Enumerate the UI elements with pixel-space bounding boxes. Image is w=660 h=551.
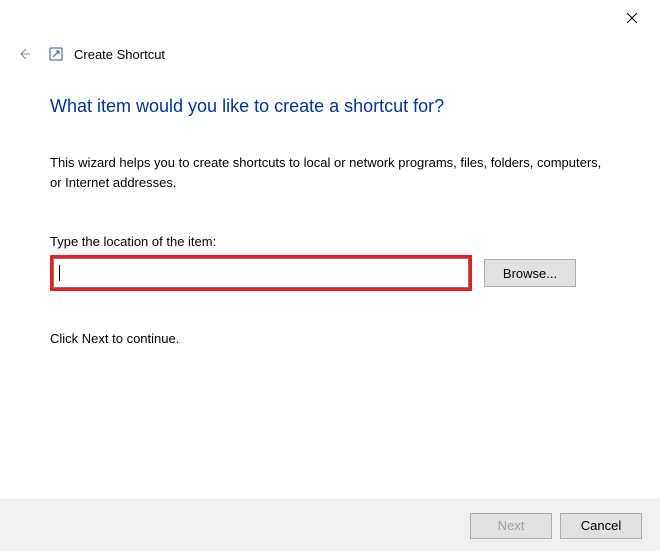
close-button[interactable] — [622, 8, 642, 28]
browse-button[interactable]: Browse... — [484, 259, 576, 287]
next-button: Next — [470, 513, 552, 539]
close-icon — [626, 12, 638, 24]
back-arrow-icon — [16, 46, 32, 62]
location-input[interactable] — [53, 258, 469, 288]
footer: Next Cancel — [0, 499, 660, 551]
header-row: Create Shortcut — [0, 42, 660, 66]
text-caret — [59, 265, 60, 281]
titlebar — [0, 0, 660, 42]
window-title: Create Shortcut — [74, 47, 165, 62]
content-area: What item would you like to create a sho… — [0, 66, 660, 346]
back-button[interactable] — [14, 44, 34, 64]
input-label: Type the location of the item: — [50, 234, 610, 249]
continue-text: Click Next to continue. — [50, 331, 610, 346]
input-row: Browse... — [50, 255, 610, 291]
input-highlight-frame — [50, 255, 472, 291]
shortcut-icon — [48, 46, 64, 62]
description-text: This wizard helps you to create shortcut… — [50, 153, 610, 192]
page-heading: What item would you like to create a sho… — [50, 96, 610, 117]
cancel-button[interactable]: Cancel — [560, 513, 642, 539]
